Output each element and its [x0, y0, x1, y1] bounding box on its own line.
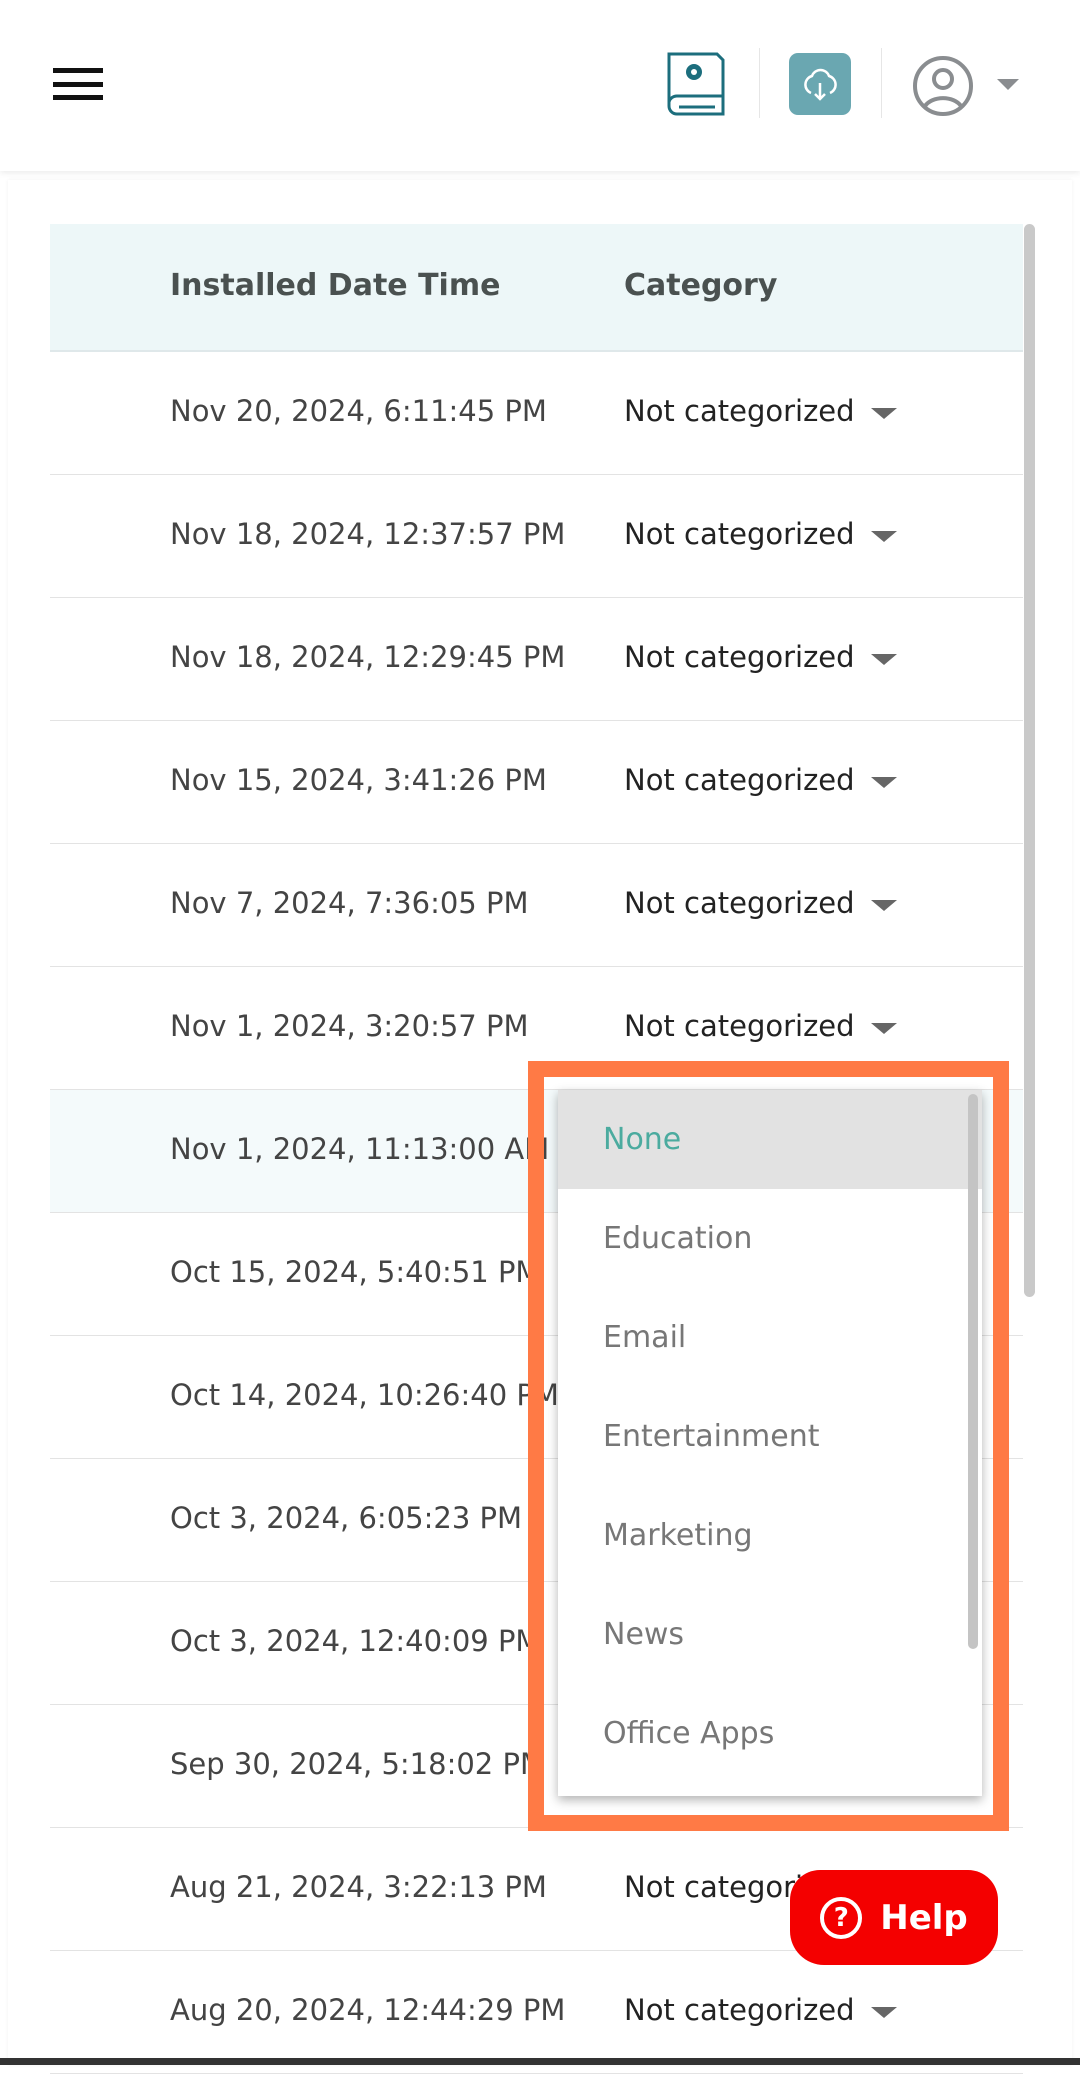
user-circle-icon[interactable] — [912, 55, 974, 117]
table-row: Nov 7, 2024, 7:36:05 PM Not categorized — [50, 844, 1023, 967]
table-row: Nov 20, 2024, 6:11:45 PM Not categorized — [50, 352, 1023, 475]
category-select[interactable]: Not categorized — [624, 886, 897, 920]
divider — [881, 48, 882, 118]
category-value: Not categorized — [624, 886, 855, 920]
table-row: Aug 20, 2024, 12:44:29 PM Not categorized — [50, 1951, 1023, 2074]
category-value: Not categorized — [624, 763, 855, 797]
table-header: Installed Date Time Category — [50, 224, 1023, 352]
installed-date: Oct 14, 2024, 10:26:40 PM — [170, 1378, 559, 1412]
help-label: Help — [880, 1897, 968, 1938]
top-bar — [0, 0, 1080, 171]
installed-date: Nov 15, 2024, 3:41:26 PM — [170, 763, 547, 797]
hamburger-menu-icon[interactable] — [53, 68, 103, 100]
installed-date: Oct 3, 2024, 6:05:23 PM — [170, 1501, 523, 1535]
column-installed-date-time[interactable]: Installed Date Time — [170, 268, 500, 303]
chevron-down-icon[interactable] — [997, 79, 1019, 90]
dropdown-option[interactable]: Entertainment — [558, 1387, 982, 1486]
table-row: Nov 18, 2024, 12:29:45 PM Not categorized — [50, 598, 1023, 721]
caret-down-icon — [870, 530, 897, 542]
category-value: Not categorized — [624, 517, 855, 551]
cloud-download-icon[interactable] — [789, 53, 851, 115]
caret-down-icon — [870, 653, 897, 665]
category-select[interactable]: Not categorized — [624, 517, 897, 551]
caret-down-icon — [870, 1022, 897, 1034]
scrollbar[interactable] — [1024, 224, 1035, 1297]
installed-date: Oct 15, 2024, 5:40:51 PM — [170, 1255, 541, 1289]
installed-date: Nov 18, 2024, 12:29:45 PM — [170, 640, 566, 674]
category-value: Not categorized — [624, 1009, 855, 1043]
installed-date: Nov 18, 2024, 12:37:57 PM — [170, 517, 566, 551]
installed-date: Nov 1, 2024, 3:20:57 PM — [170, 1009, 529, 1043]
installed-date: Sep 30, 2024, 5:18:02 PM — [170, 1747, 545, 1781]
category-select[interactable]: Not categorized — [624, 394, 897, 428]
bottom-bar — [0, 2058, 1080, 2065]
dropdown-option[interactable]: Education — [558, 1189, 982, 1288]
installed-date: Nov 20, 2024, 6:11:45 PM — [170, 394, 547, 428]
caret-down-icon — [870, 2006, 897, 2018]
dropdown-option[interactable]: None — [558, 1090, 982, 1189]
category-select[interactable]: Not categorized — [624, 1993, 897, 2027]
installed-date: Aug 20, 2024, 12:44:29 PM — [170, 1993, 566, 2027]
caret-down-icon — [870, 407, 897, 419]
book-gear-icon[interactable] — [665, 50, 727, 118]
installed-date: Aug 21, 2024, 3:22:13 PM — [170, 1870, 547, 1904]
help-button[interactable]: ? Help — [790, 1870, 998, 1965]
installed-date: Nov 1, 2024, 11:13:00 AM — [170, 1132, 550, 1166]
category-select[interactable]: Not categorized — [624, 1009, 897, 1043]
dropdown-option[interactable]: Marketing — [558, 1486, 982, 1585]
question-circle-icon: ? — [820, 1896, 863, 1939]
dropdown-option[interactable]: Email — [558, 1288, 982, 1387]
column-category[interactable]: Category — [624, 268, 777, 303]
caret-down-icon — [870, 899, 897, 911]
installed-date: Nov 7, 2024, 7:36:05 PM — [170, 886, 529, 920]
category-select[interactable]: Not categorized — [624, 640, 897, 674]
dropdown-option[interactable]: Office Apps — [558, 1684, 982, 1783]
table-row: Nov 18, 2024, 12:37:57 PM Not categorized — [50, 475, 1023, 598]
category-value: Not categorized — [624, 1993, 855, 2027]
category-value: Not categorized — [624, 394, 855, 428]
category-value: Not categorized — [624, 640, 855, 674]
category-select[interactable]: Not categorized — [624, 763, 897, 797]
caret-down-icon — [870, 776, 897, 788]
divider — [759, 48, 760, 118]
installed-date: Oct 3, 2024, 12:40:09 PM — [170, 1624, 541, 1658]
dropdown-option[interactable]: News — [558, 1585, 982, 1684]
dropdown-scrollbar[interactable] — [968, 1094, 978, 1649]
category-dropdown-menu: None Education Email Entertainment Marketing… — [558, 1090, 982, 1796]
table-row: Nov 15, 2024, 3:41:26 PM Not categorized — [50, 721, 1023, 844]
